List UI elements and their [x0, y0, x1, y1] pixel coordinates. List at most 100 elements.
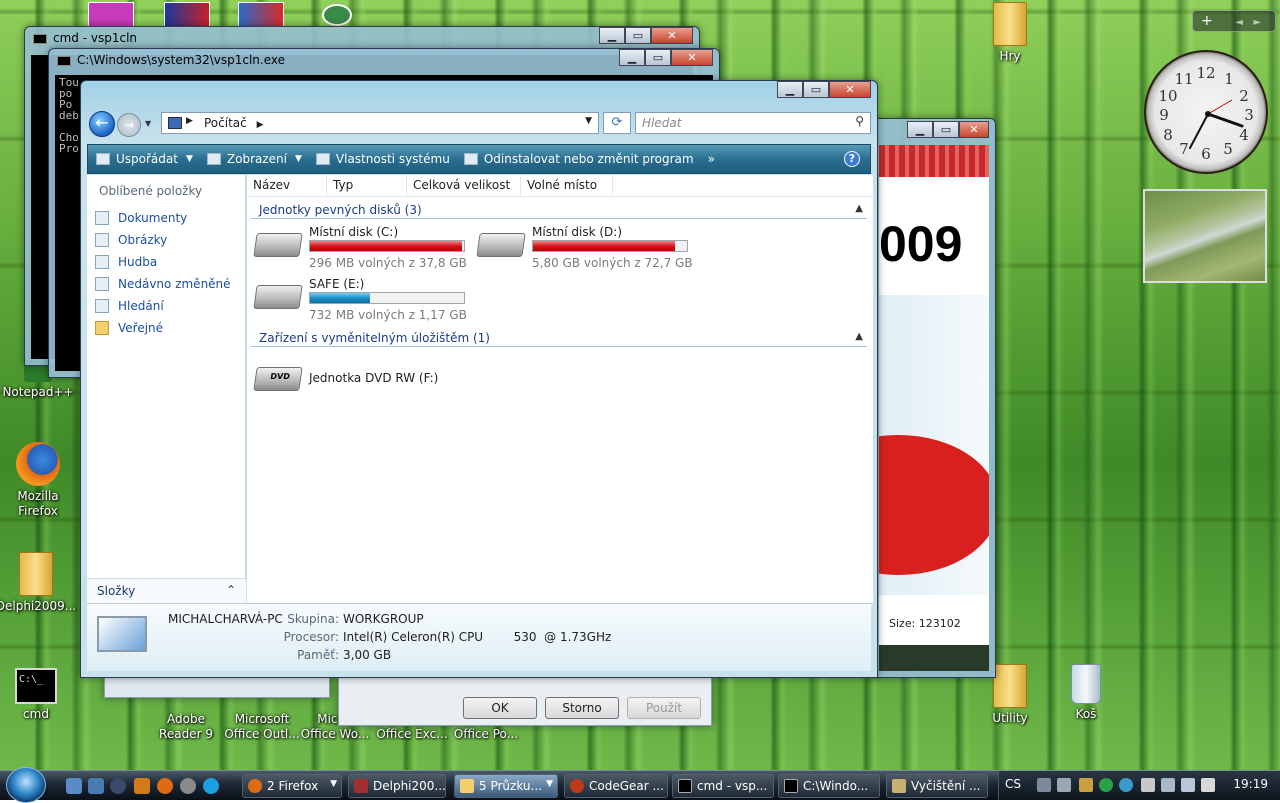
task-vsp1cln[interactable]: C:\Windo... [778, 774, 880, 798]
skype-icon[interactable] [203, 778, 219, 794]
messenger-icon[interactable] [1079, 778, 1093, 792]
organize-button[interactable]: Uspořádat ▼ [96, 152, 193, 166]
skype-tray-icon[interactable] [1119, 778, 1133, 792]
history-dropdown-icon[interactable]: ▼ [145, 119, 151, 128]
maximize-button[interactable]: ▭ [625, 27, 651, 44]
desktop-icon-recycle-bin[interactable]: Koš [1044, 664, 1128, 722]
desktop-icon-excel[interactable]: Office Exc... [372, 727, 452, 742]
minimize-button[interactable]: ▁ [619, 49, 645, 66]
task-cmd[interactable]: cmd - vsp... [672, 774, 774, 798]
drive-d[interactable]: Místní disk (D:) 5,80 GB volných z 72,7 … [476, 225, 698, 270]
task-explorer[interactable]: 5 Průzku... ▼ [454, 774, 558, 798]
desktop-icon-firefox[interactable]: Mozilla Firefox [0, 442, 80, 519]
sidebar-gadget-toolbar[interactable]: + ◄ ► [1192, 10, 1276, 32]
desktop-icon-adobe-reader[interactable]: Adobe Reader 9 [144, 712, 228, 742]
clock-time[interactable]: 19:19 [1233, 777, 1268, 791]
connection-icon[interactable] [1161, 778, 1175, 792]
refresh-button[interactable]: ⟳ [603, 112, 631, 134]
installer-window[interactable]: ▁ ▭ ✕ 009 Size: 123102 [872, 118, 996, 678]
network-icon[interactable] [1057, 778, 1071, 792]
system-properties-button[interactable]: Vlastnosti systému [315, 152, 450, 166]
close-button[interactable]: ✕ [671, 49, 713, 66]
drive-c[interactable]: Místní disk (C:) 296 MB volných z 37,8 G… [253, 225, 475, 270]
desktop-icon-cmd[interactable]: C:\_ cmd [0, 668, 78, 722]
address-box[interactable]: ▶ Počítač ▶ ▼ [161, 112, 599, 134]
display-icon[interactable] [1181, 778, 1195, 792]
back-button[interactable]: ← [89, 111, 115, 137]
close-button[interactable]: ✕ [651, 27, 693, 44]
nav-item-searches[interactable]: Hledání [87, 295, 245, 317]
language-indicator[interactable]: CS [1005, 777, 1021, 791]
uninstall-program-button[interactable]: Odinstalovat nebo změnit program [463, 152, 694, 166]
flag-app-icon[interactable] [164, 2, 210, 28]
start-button[interactable] [6, 767, 46, 803]
nav-item-recently-changed[interactable]: Nedávno změněné [87, 273, 245, 295]
task-codegear[interactable]: CodeGear ... [564, 774, 668, 798]
nav-item-pictures[interactable]: Obrázky [87, 229, 245, 251]
column-total-size[interactable]: Celková velikost [407, 175, 521, 196]
minimize-button[interactable]: ▁ [777, 81, 803, 98]
cancel-button[interactable]: Storno [545, 697, 619, 719]
switch-windows-icon[interactable] [88, 778, 104, 794]
maximize-button[interactable]: ▭ [645, 49, 671, 66]
gadget-next-icon[interactable]: ► [1253, 17, 1261, 28]
task-cleanup[interactable]: Vyčištění ... [886, 774, 988, 798]
computer-explorer-window[interactable]: ▁ ▭ ✕ ← → ▼ ▶ Počítač ▶ ▼ ⟳ Hledat ⚲ Usp… [80, 80, 878, 678]
nav-item-public[interactable]: Veřejné [87, 317, 245, 339]
help-button[interactable]: ? [844, 151, 860, 167]
forward-button[interactable]: → [117, 113, 141, 137]
drive-f[interactable]: DVD Jednotka DVD RW (F:) [253, 351, 475, 395]
breadcrumb-arrow-icon[interactable]: ▶ [257, 120, 264, 130]
nav-item-music[interactable]: Hudba [87, 251, 245, 273]
firefox-quicklaunch-icon[interactable] [157, 778, 173, 794]
group-header-removable[interactable]: Zařízení s vyměnitelným úložištěm (1) ▲ [251, 331, 867, 347]
maximize-button[interactable]: ▭ [803, 81, 829, 98]
desktop-icon-delphi[interactable]: Delphi2009... [0, 552, 78, 614]
views-button[interactable]: Zobrazení ▼ [206, 152, 302, 166]
maximize-button[interactable]: ▭ [933, 121, 959, 138]
show-desktop-icon[interactable] [66, 778, 82, 794]
usb-icon[interactable] [1141, 778, 1155, 792]
keyboard-icon[interactable] [1037, 778, 1051, 792]
desktop-icon-games[interactable]: Hry [968, 2, 1052, 64]
ok-button[interactable]: OK [463, 697, 537, 719]
drive-e[interactable]: SAFE (E:) 732 MB volných z 1,17 GB [253, 277, 475, 322]
recycle-app-icon[interactable] [322, 4, 352, 26]
column-type[interactable]: Typ [327, 175, 407, 196]
minimize-button[interactable]: ▁ [907, 121, 933, 138]
column-name[interactable]: Název [247, 175, 327, 196]
collapse-icon[interactable]: ▲ [855, 203, 863, 214]
task-firefox[interactable]: 2 Firefox ▼ [242, 774, 342, 798]
background-window-strip[interactable] [104, 676, 330, 698]
minimize-button[interactable]: ▁ [599, 27, 625, 44]
file-list[interactable]: Název Typ Celková velikost Volné místo J… [247, 175, 873, 603]
search-input[interactable]: Hledat ⚲ [635, 112, 871, 134]
search-icon[interactable]: ⚲ [855, 114, 864, 128]
task-delphi[interactable]: Delphi200... [348, 774, 446, 798]
gadget-prev-icon[interactable]: ◄ [1235, 17, 1243, 28]
folders-toggle[interactable]: Složky ⌃ [87, 578, 246, 603]
clock-gadget[interactable]: 12 1 2 3 4 5 6 7 8 9 10 11 [1144, 50, 1268, 174]
properties-dialog[interactable]: OK Storno Použít [338, 676, 712, 726]
more-commands-button[interactable]: » [708, 152, 715, 166]
hammer-app-icon[interactable] [88, 2, 134, 28]
desktop-icon-powerpoint[interactable]: Office Po... [446, 727, 526, 742]
nav-item-documents[interactable]: Dokumenty [87, 207, 245, 229]
column-free-space[interactable]: Volné místo [521, 175, 613, 196]
breadcrumb-arrow-icon[interactable]: ▶ [186, 116, 193, 126]
group-header-hard-disks[interactable]: Jednotky pevných disků (3) ▲ [251, 203, 867, 219]
volume-icon[interactable] [1201, 778, 1215, 792]
close-button[interactable]: ✕ [829, 81, 871, 98]
slideshow-gadget[interactable] [1143, 189, 1267, 283]
lock-icon[interactable] [110, 778, 126, 794]
shield-icon[interactable] [1099, 778, 1113, 792]
apply-button[interactable]: Použít [627, 697, 701, 719]
media-icon[interactable] [180, 778, 196, 794]
address-dropdown-icon[interactable]: ▼ [585, 116, 592, 126]
add-gadget-button[interactable]: + [1201, 13, 1213, 29]
close-button[interactable]: ✕ [959, 121, 989, 138]
winamp-icon[interactable] [134, 778, 150, 794]
breadcrumb-location[interactable]: Počítač [204, 116, 247, 130]
desktop-icon-outlook[interactable]: Microsoft Office Outl... [218, 712, 306, 742]
collapse-icon[interactable]: ▲ [855, 331, 863, 342]
